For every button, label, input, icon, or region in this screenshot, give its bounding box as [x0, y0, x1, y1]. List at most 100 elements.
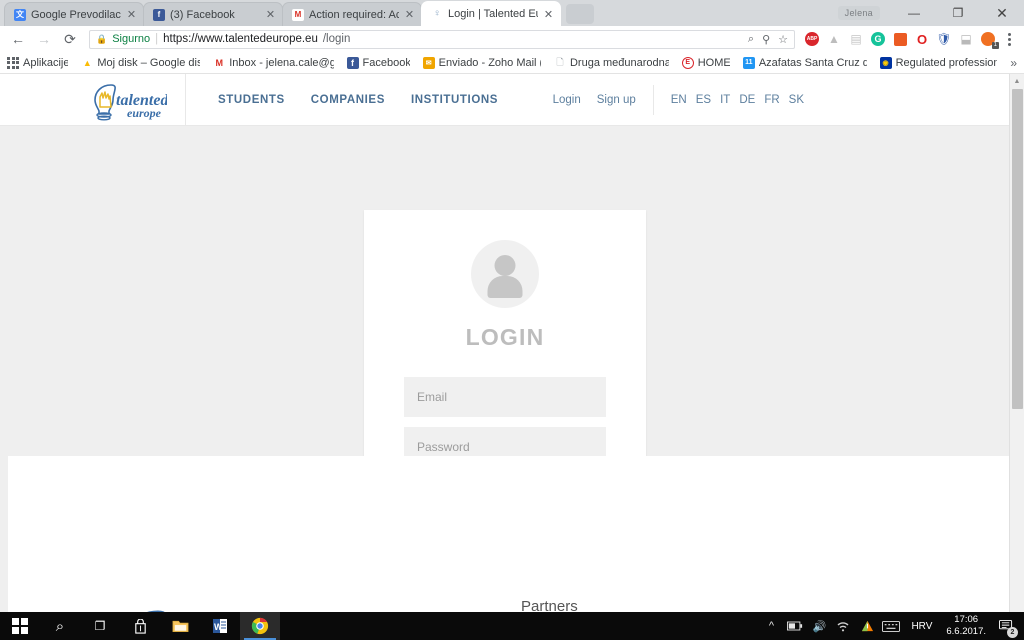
- eu-flag-icon: ◉: [879, 56, 892, 69]
- task-view-button[interactable]: ❐: [80, 612, 120, 640]
- calendar-icon: 11: [742, 56, 755, 69]
- back-icon[interactable]: ←: [6, 28, 30, 50]
- star-icon[interactable]: ☆: [778, 33, 788, 46]
- system-tray: ^ 🔊 HRV 17:06 6.6.2017. 2: [759, 612, 1024, 640]
- svg-text:W: W: [214, 622, 223, 632]
- bookmark-item[interactable]: M Inbox - jelena.cale@g: [213, 57, 334, 69]
- action-center-icon[interactable]: 2: [992, 612, 1020, 640]
- close-icon[interactable]: ✕: [126, 8, 137, 21]
- bookmark-item[interactable]: ✉ Enviado - Zoho Mail (: [422, 56, 541, 69]
- avatar-head: [494, 255, 516, 276]
- clock-date: 6.6.2017.: [946, 626, 986, 637]
- facebook-icon: f: [346, 56, 359, 69]
- facebook-icon: f: [153, 8, 165, 21]
- wifi-icon[interactable]: [831, 612, 855, 640]
- new-tab-button[interactable]: [566, 4, 594, 24]
- note-extension-icon[interactable]: ▤: [846, 29, 866, 49]
- lang-es[interactable]: ES: [696, 94, 711, 106]
- bookmarks-bar: Aplikacije ▲ Moj disk – Google dis M Inb…: [0, 52, 1024, 74]
- lang-fr[interactable]: FR: [764, 94, 779, 106]
- bookmark-item[interactable]: 11 Azafatas Santa Cruz d: [742, 56, 867, 69]
- lang-it[interactable]: IT: [720, 94, 730, 106]
- maximize-button[interactable]: ❐: [936, 0, 980, 26]
- shield-extension-icon[interactable]: 🛡: [934, 29, 954, 49]
- chrome-button[interactable]: [240, 612, 280, 640]
- nav-students[interactable]: STUDENTS: [218, 94, 285, 106]
- browser-tab[interactable]: f (3) Facebook ✕: [143, 2, 283, 26]
- nav-companies[interactable]: COMPANIES: [311, 94, 385, 106]
- browser-tab-active[interactable]: ♀ Login | Talented Europe ✕: [421, 1, 561, 26]
- lock-icon: 🔒: [96, 33, 108, 44]
- forward-icon[interactable]: →: [32, 28, 56, 50]
- header-login-link[interactable]: Login: [553, 94, 581, 106]
- tab-title: (3) Facebook: [170, 8, 235, 21]
- lang-de[interactable]: DE: [739, 94, 755, 106]
- profile-button[interactable]: Jelena: [837, 6, 880, 20]
- word-icon: W: [213, 619, 227, 633]
- search-icon: ⌕: [55, 617, 65, 635]
- nav-institutions[interactable]: INSTITUTIONS: [411, 94, 498, 106]
- keyboard-icon[interactable]: [879, 612, 903, 640]
- address-bar[interactable]: 🔒 Sigurno | https://www.talentedeurope.e…: [89, 29, 795, 49]
- close-window-button[interactable]: ✕: [980, 0, 1024, 26]
- scroll-up-icon[interactable]: ▲: [1010, 74, 1024, 89]
- document-icon: 🗋: [556, 56, 564, 67]
- close-icon[interactable]: ✕: [265, 8, 276, 21]
- lang-sk[interactable]: SK: [789, 94, 804, 106]
- bookmark-label: Moj disk – Google dis: [97, 56, 201, 69]
- bookmarks-overflow-icon[interactable]: »: [1010, 56, 1017, 70]
- adblock-plus-icon[interactable]: ABP: [802, 29, 822, 49]
- header-signup-link[interactable]: Sign up: [597, 94, 636, 106]
- talented-europe-logo[interactable]: talented europe: [70, 74, 186, 126]
- avast-extension-icon[interactable]: 1: [978, 29, 999, 49]
- omnibox-divider: |: [155, 33, 159, 45]
- bookmark-apps[interactable]: Aplikacije: [7, 56, 68, 69]
- file-explorer-button[interactable]: [160, 612, 200, 640]
- bookmark-label: Regulated profession: [895, 56, 998, 69]
- reload-icon[interactable]: ⟳: [58, 28, 82, 50]
- google-drive-extension-icon[interactable]: ▲: [824, 29, 844, 49]
- bookmark-item[interactable]: E HOME: [681, 56, 730, 69]
- kebab-menu-icon[interactable]: [1000, 29, 1018, 49]
- translate-icon: 文: [14, 8, 26, 21]
- bookmark-item[interactable]: f Facebook: [346, 56, 410, 69]
- microsoft-store-button[interactable]: [120, 612, 160, 640]
- grammar-extension-icon[interactable]: G: [868, 29, 888, 49]
- page-title: LOGIN: [465, 324, 545, 350]
- input-language-indicator[interactable]: HRV: [903, 621, 940, 632]
- site-header: talented europe STUDENTS COMPANIES INSTI…: [0, 74, 1024, 126]
- language-switcher: EN ES IT DE FR SK: [654, 94, 824, 106]
- bookmark-item[interactable]: 🗋 Druga međunarodna: [554, 56, 668, 69]
- minimize-button[interactable]: —: [892, 0, 936, 26]
- scrollbar-thumb[interactable]: [1012, 89, 1023, 409]
- user-avatar-icon: [471, 240, 539, 308]
- close-icon[interactable]: ✕: [543, 8, 554, 21]
- office-extension-icon[interactable]: [890, 29, 910, 49]
- clock[interactable]: 17:06 6.6.2017.: [940, 614, 992, 638]
- close-icon[interactable]: ✕: [404, 8, 415, 21]
- email-field[interactable]: [404, 377, 606, 417]
- pin-icon[interactable]: ⚲: [762, 33, 770, 46]
- tab-strip: 文 Google Prevodilac ✕ f (3) Facebook ✕ M…: [0, 0, 1024, 26]
- search-icon[interactable]: ⌕: [748, 33, 754, 46]
- search-button[interactable]: ⌕: [40, 612, 80, 640]
- page-scrollbar[interactable]: ▲: [1009, 74, 1024, 614]
- start-button[interactable]: [0, 612, 40, 640]
- avast-tray-icon[interactable]: [855, 612, 879, 640]
- adobe-acrobat-icon[interactable]: ⬓: [956, 29, 976, 49]
- gmail-icon: M: [215, 57, 224, 68]
- battery-icon[interactable]: [783, 612, 807, 640]
- word-button[interactable]: W: [200, 612, 240, 640]
- browser-tab[interactable]: 文 Google Prevodilac ✕: [4, 2, 144, 26]
- main-navigation: STUDENTS COMPANIES INSTITUTIONS: [218, 94, 498, 106]
- bookmark-item[interactable]: ◉ Regulated profession: [879, 56, 998, 69]
- extension-badge: 1: [991, 42, 999, 49]
- folder-icon: [172, 620, 188, 633]
- opera-extension-icon[interactable]: O: [912, 29, 932, 49]
- volume-icon[interactable]: 🔊: [807, 612, 831, 640]
- show-hidden-icons-button[interactable]: ^: [759, 612, 783, 640]
- lang-en[interactable]: EN: [671, 94, 687, 106]
- tab-title: Google Prevodilac: [31, 8, 121, 21]
- bookmark-item[interactable]: ▲ Moj disk – Google dis: [81, 57, 200, 69]
- browser-tab[interactable]: M Action required: Activate ✕: [282, 2, 422, 26]
